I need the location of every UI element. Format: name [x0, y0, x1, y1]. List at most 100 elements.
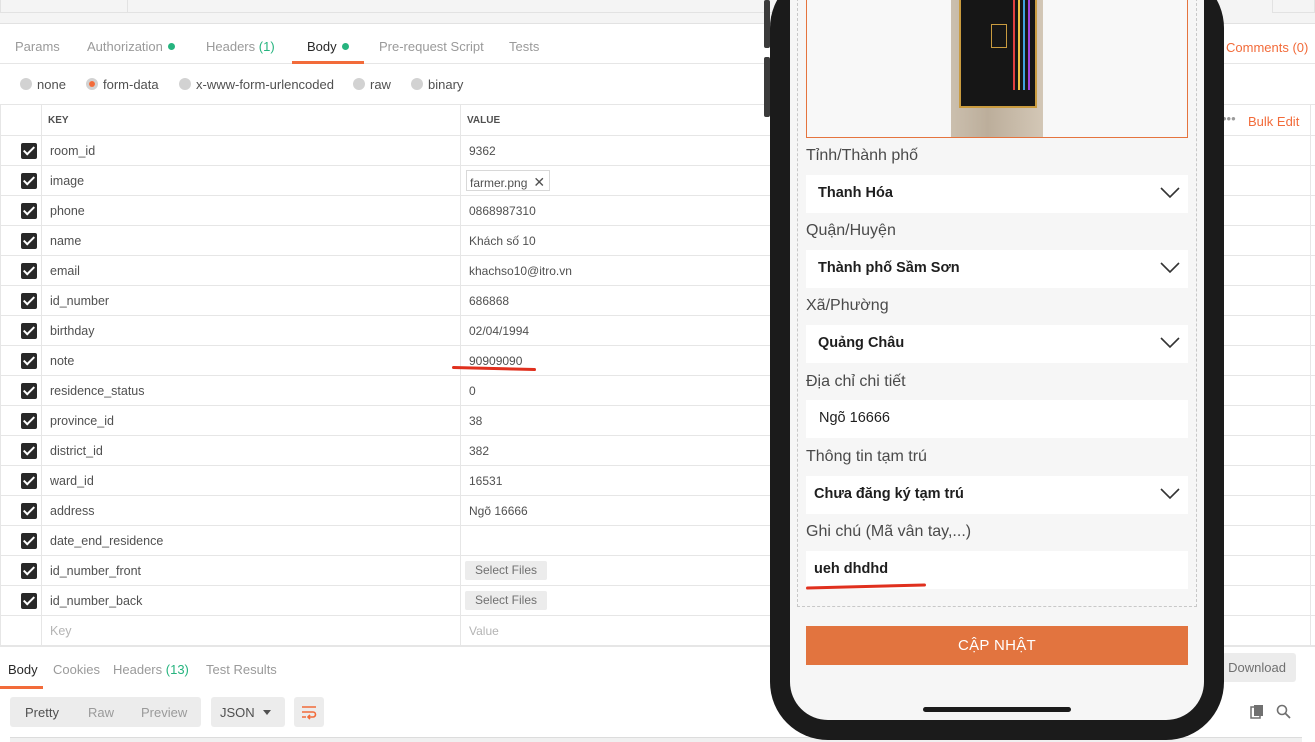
tab-params[interactable]: Params — [15, 39, 60, 54]
district-select[interactable]: Thành phố Sầm Sơn — [806, 250, 1188, 288]
radio-none[interactable]: none — [20, 77, 66, 92]
row-checkbox[interactable] — [21, 203, 37, 219]
row-key[interactable]: id_number — [50, 294, 109, 308]
address-value: Ngõ 16666 — [819, 410, 890, 426]
row-key[interactable]: name — [50, 234, 81, 248]
row-key[interactable]: room_id — [50, 144, 95, 158]
wrap-lines-button[interactable] — [294, 697, 324, 727]
row-key[interactable]: province_id — [50, 414, 114, 428]
row-checkbox[interactable] — [21, 353, 37, 369]
row-checkbox[interactable] — [21, 593, 37, 609]
row-key[interactable]: image — [50, 174, 84, 188]
row-checkbox[interactable] — [21, 323, 37, 339]
resp-tab-test-results[interactable]: Test Results — [206, 662, 277, 677]
resp-tab-cookies[interactable]: Cookies — [53, 662, 100, 677]
row-key[interactable]: address — [50, 504, 94, 518]
tab-authorization[interactable]: Authorization — [87, 39, 175, 54]
radio-binary[interactable]: binary — [411, 77, 463, 92]
row-value[interactable]: 0 — [469, 384, 476, 398]
radio-raw-label: raw — [370, 77, 391, 92]
select-files-button[interactable]: Select Files — [465, 591, 547, 610]
row-checkbox[interactable] — [21, 233, 37, 249]
row-checkbox[interactable] — [21, 293, 37, 309]
row-value[interactable]: 382 — [469, 444, 489, 458]
resp-tab-headers-count: (13) — [165, 662, 189, 677]
more-options-icon[interactable]: ••• — [1222, 111, 1236, 126]
row-value[interactable]: Ngõ 16666 — [469, 504, 528, 518]
copy-icon[interactable] — [1250, 704, 1265, 719]
method-select[interactable] — [0, 0, 128, 13]
status-dot — [167, 43, 175, 50]
row-checkbox[interactable] — [21, 383, 37, 399]
radio-form-data[interactable]: form-data — [86, 77, 159, 92]
row-value[interactable]: 38 — [469, 414, 482, 428]
row-checkbox[interactable] — [21, 443, 37, 459]
format-select[interactable]: JSON — [211, 697, 285, 727]
radio-urlencoded[interactable]: x-www-form-urlencoded — [179, 77, 334, 92]
row-key[interactable]: birthday — [50, 324, 94, 338]
row-checkbox[interactable] — [21, 503, 37, 519]
ward-select[interactable]: Quảng Châu — [806, 325, 1188, 363]
row-key[interactable]: district_id — [50, 444, 103, 458]
radio-raw[interactable]: raw — [353, 77, 391, 92]
new-value-input[interactable]: Value — [469, 624, 499, 638]
tab-headers[interactable]: Headers (1) — [206, 39, 275, 54]
row-value[interactable]: 9362 — [469, 144, 496, 158]
photo-logo — [991, 24, 1007, 48]
residence-select[interactable]: Chưa đăng ký tạm trú — [806, 476, 1188, 514]
update-button[interactable]: CẬP NHẬT — [806, 626, 1188, 665]
province-select[interactable]: Thanh Hóa — [806, 175, 1188, 213]
row-key[interactable]: ward_id — [50, 474, 94, 488]
row-key[interactable]: id_number_back — [50, 594, 142, 608]
address-input[interactable]: Ngõ 16666 — [806, 400, 1188, 438]
radio-circle-selected — [86, 78, 98, 90]
bulk-edit-link[interactable]: Bulk Edit — [1248, 114, 1299, 129]
row-checkbox[interactable] — [21, 173, 37, 189]
tab-tests[interactable]: Tests — [509, 39, 539, 54]
row-key[interactable]: id_number_front — [50, 564, 141, 578]
radio-circle — [411, 78, 423, 90]
view-pretty-button[interactable]: Pretty — [25, 705, 59, 720]
view-preview-button[interactable]: Preview — [141, 705, 187, 720]
tab-params-label: Params — [15, 39, 60, 54]
resp-tab-body[interactable]: Body — [8, 662, 38, 677]
comments-link[interactable]: Comments (0) — [1226, 40, 1308, 55]
row-value[interactable]: 686868 — [469, 294, 509, 308]
key-column-header: KEY — [48, 115, 69, 126]
row-checkbox[interactable] — [21, 143, 37, 159]
url-input[interactable] — [127, 0, 787, 13]
row-value[interactable]: 16531 — [469, 474, 502, 488]
row-checkbox[interactable] — [21, 473, 37, 489]
tab-pre-request-script[interactable]: Pre-request Script — [379, 39, 484, 54]
chevron-down-icon — [1160, 262, 1180, 274]
tab-body[interactable]: Body — [307, 39, 349, 54]
download-button[interactable]: Download — [1222, 653, 1296, 682]
new-key-input[interactable]: Key — [50, 624, 72, 638]
note-input[interactable]: ueh dhdhd — [806, 551, 1188, 589]
row-value[interactable]: Khách số 10 — [469, 234, 536, 248]
row-checkbox[interactable] — [21, 533, 37, 549]
row-key[interactable]: email — [50, 264, 80, 278]
row-key[interactable]: residence_status — [50, 384, 145, 398]
row-value[interactable]: 0868987310 — [469, 204, 536, 218]
row-key[interactable]: date_end_residence — [50, 534, 163, 548]
send-button[interactable] — [1272, 0, 1315, 13]
row-checkbox[interactable] — [21, 413, 37, 429]
row-checkbox[interactable] — [21, 563, 37, 579]
note-value: ueh dhdhd — [814, 561, 889, 577]
row-value[interactable]: khachso10@itro.vn — [469, 264, 572, 278]
row-key[interactable]: phone — [50, 204, 85, 218]
uploaded-image[interactable] — [806, 0, 1188, 138]
view-raw-button[interactable]: Raw — [88, 705, 114, 720]
row-checkbox[interactable] — [21, 263, 37, 279]
row-key[interactable]: note — [50, 354, 74, 368]
province-value: Thanh Hóa — [818, 185, 893, 201]
row-value[interactable]: 02/04/1994 — [469, 324, 529, 338]
value-column-header: VALUE — [467, 115, 501, 126]
resp-tab-headers[interactable]: Headers (13) — [113, 662, 189, 677]
photo-card — [959, 0, 1037, 108]
remove-file-icon[interactable]: ✕ — [533, 174, 545, 190]
select-files-button[interactable]: Select Files — [465, 561, 547, 580]
chevron-down-icon — [1160, 187, 1180, 199]
search-icon[interactable] — [1276, 704, 1291, 719]
